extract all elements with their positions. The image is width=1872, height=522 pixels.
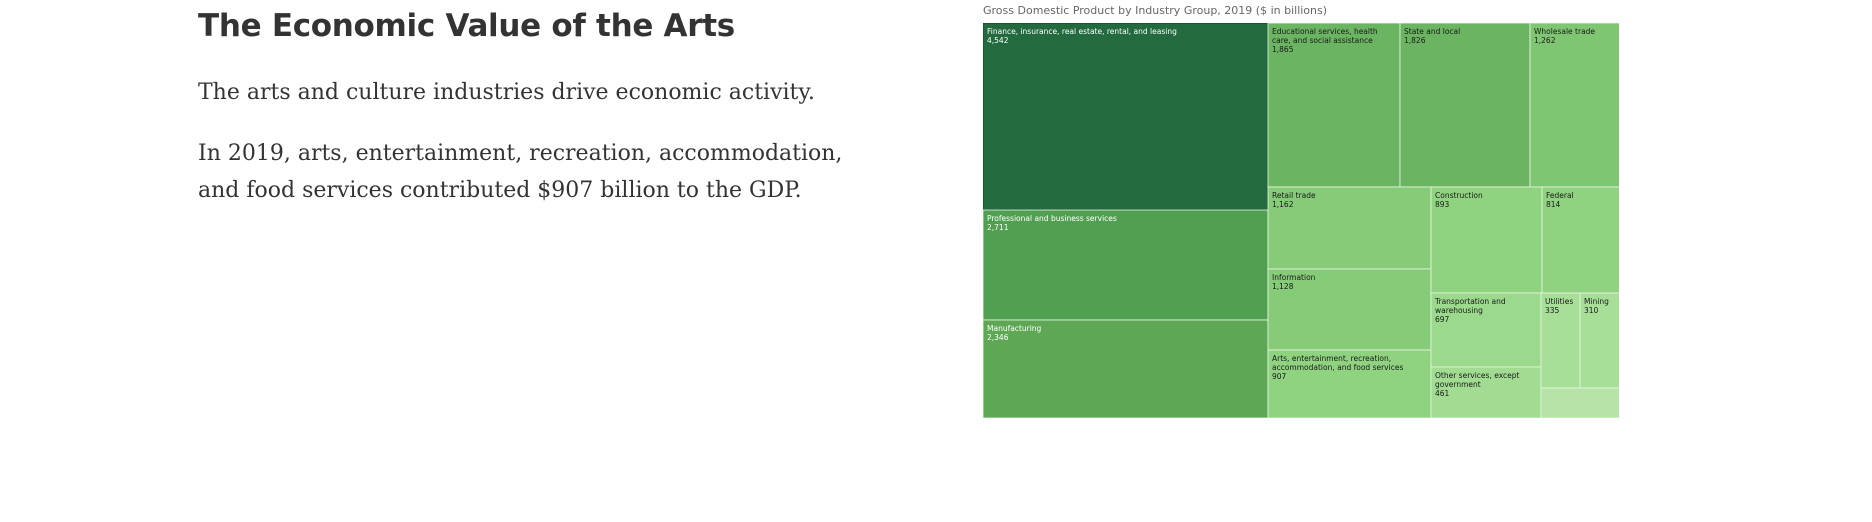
chart-title: Gross Domestic Product by Industry Group… (983, 4, 1328, 17)
treemap-tile[interactable]: Construction 893 (1430, 186, 1543, 294)
treemap-tile-value: 1,128 (1272, 282, 1294, 291)
treemap-tile[interactable]: Arts, entertainment, recreation, accommod… (1267, 349, 1432, 418)
treemap-tile[interactable] (1540, 387, 1619, 418)
treemap-tile[interactable]: Mining 310 (1579, 292, 1619, 389)
treemap-tile[interactable]: Federal 814 (1541, 186, 1619, 294)
treemap-tile[interactable]: Transportation and warehousing 697 (1430, 292, 1542, 368)
page-title: The Economic Value of the Arts (198, 8, 735, 44)
treemap-tile-value: 4,542 (987, 36, 1009, 45)
treemap-tile[interactable]: Retail trade 1,162 (1267, 186, 1432, 270)
treemap-tile-value: 1,826 (1404, 36, 1426, 45)
treemap-tile-value: 1,262 (1534, 36, 1556, 45)
treemap-tile-rect (1540, 387, 1619, 418)
treemap-tile[interactable]: Utilities 335 (1540, 292, 1581, 389)
treemap-tile[interactable]: Finance, insurance, real estate, rental,… (983, 23, 1269, 211)
treemap-tile[interactable]: Professional and business services 2,711 (983, 209, 1269, 321)
treemap-tile-rect (983, 23, 1269, 211)
arts-gdp-paragraph: In 2019, arts, entertainment, recreation… (198, 141, 843, 203)
treemap-tile-value: 461 (1435, 389, 1450, 398)
treemap-tile-value: 907 (1272, 372, 1287, 381)
treemap-tile[interactable]: Wholesale trade 1,262 (1529, 23, 1619, 188)
treemap-tile[interactable]: State and local 1,826 (1399, 23, 1531, 188)
treemap-tile-value: 335 (1545, 306, 1560, 315)
treemap-tile-rect (1529, 23, 1619, 188)
treemap-tile-value: 2,346 (987, 333, 1009, 342)
treemap-tile-value: 697 (1435, 315, 1450, 324)
treemap-tile-value: 2,711 (987, 223, 1009, 232)
treemap-tile[interactable]: Other services, except government 461 (1430, 366, 1542, 418)
treemap-tile-rect (1399, 23, 1531, 188)
treemap-tile[interactable]: Educational services, health care, and so… (1267, 23, 1401, 188)
treemap-tile-value: 310 (1584, 306, 1599, 315)
gdp-treemap: Finance, insurance, real estate, rental,… (983, 23, 1619, 418)
treemap-tile-value: 814 (1546, 200, 1561, 209)
treemap-tile-rect (983, 209, 1269, 321)
treemap-tile-value: 1,162 (1272, 200, 1294, 209)
treemap-tile-value: 893 (1435, 200, 1450, 209)
treemap-tile[interactable]: Manufacturing 2,346 (983, 319, 1269, 418)
treemap-tile[interactable]: Information 1,128 (1267, 268, 1432, 351)
intro-paragraph: The arts and culture industries drive ec… (198, 80, 815, 105)
treemap-tile-rect (983, 319, 1269, 418)
treemap-tile-value: 1,865 (1272, 45, 1294, 54)
